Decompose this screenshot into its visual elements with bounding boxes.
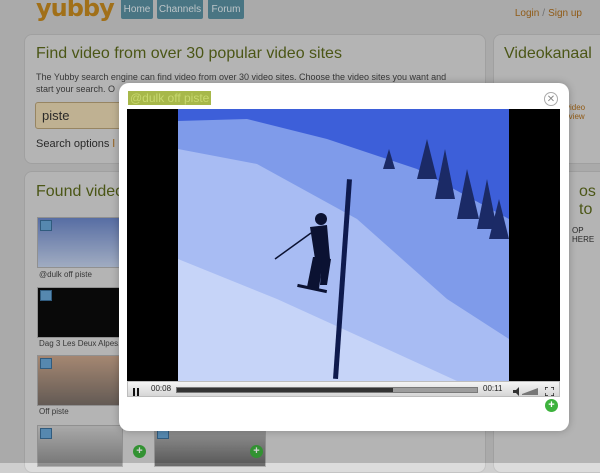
pause-icon[interactable] xyxy=(132,385,140,396)
seek-bar-progress xyxy=(177,388,393,392)
fullscreen-icon[interactable] xyxy=(544,385,555,397)
player-controls: 00:08 00:11 xyxy=(127,381,560,397)
close-icon[interactable]: ✕ xyxy=(544,92,558,106)
video-player[interactable] xyxy=(127,109,560,381)
video-modal: @dulk off piste ✕ 00:08 00:11 + xyxy=(119,83,569,431)
volume-icon[interactable] xyxy=(513,385,539,396)
seek-bar[interactable] xyxy=(176,387,478,393)
video-frame xyxy=(127,109,560,381)
page-background: yubby Home Channels Forum Login / Sign up … xyxy=(0,0,600,473)
duration: 00:11 xyxy=(483,384,503,393)
current-time: 00:08 xyxy=(151,384,172,393)
plus-icon[interactable]: + xyxy=(545,399,558,412)
modal-title: @dulk off piste xyxy=(128,91,212,105)
